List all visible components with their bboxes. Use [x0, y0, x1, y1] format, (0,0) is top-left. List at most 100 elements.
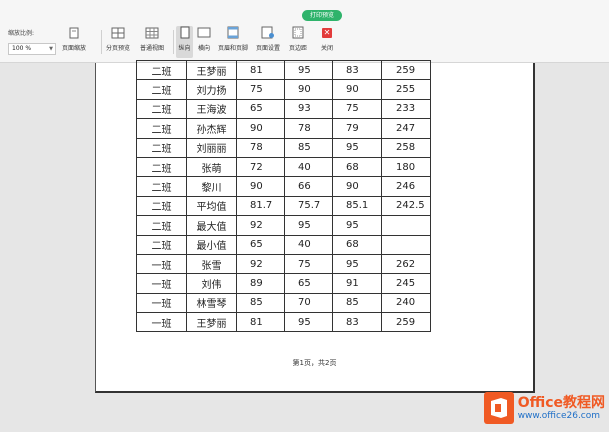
header-footer-button[interactable]: 页眉和页脚 — [218, 26, 248, 58]
score1-cell[interactable]: 81 — [236, 312, 285, 333]
total-cell[interactable]: 233 — [381, 98, 431, 120]
class-cell[interactable]: 二班 — [136, 156, 187, 178]
score3-cell[interactable]: 90 — [332, 79, 382, 100]
score3-cell[interactable]: 83 — [332, 59, 382, 81]
total-cell[interactable]: 259 — [381, 59, 431, 81]
score3-cell[interactable]: 95 — [332, 253, 382, 275]
portrait-button[interactable]: 纵向 — [176, 26, 193, 58]
score1-cell[interactable]: 90 — [236, 118, 285, 139]
score3-cell[interactable]: 90 — [332, 176, 382, 197]
name-cell[interactable]: 最小值 — [186, 234, 237, 255]
score2-cell[interactable]: 40 — [284, 234, 333, 255]
page-setup-button[interactable]: 页面设置 — [256, 26, 280, 58]
page-zoom-button[interactable]: 页面缩放 — [62, 26, 86, 58]
name-cell[interactable]: 黎川 — [186, 176, 237, 197]
normal-view-button[interactable]: 普通视图 — [140, 26, 164, 58]
score2-cell[interactable]: 66 — [284, 176, 333, 197]
score1-cell[interactable]: 78 — [236, 137, 285, 158]
score-table-body: 二班 王梦丽 81 95 83 259 二班 刘力扬 75 90 90 255 二班 王海波 65 93 75 2… — [136, 59, 431, 333]
score1-cell[interactable]: 81 — [236, 59, 285, 81]
class-cell[interactable]: 一班 — [136, 273, 187, 294]
score2-cell[interactable]: 95 — [284, 215, 333, 236]
score2-cell[interactable]: 40 — [284, 156, 333, 178]
name-cell[interactable]: 刘力扬 — [186, 79, 237, 100]
name-cell[interactable]: 平均值 — [186, 195, 237, 217]
total-cell[interactable] — [381, 234, 431, 255]
name-cell[interactable]: 最大值 — [186, 215, 237, 236]
name-cell[interactable]: 张萌 — [186, 156, 237, 178]
class-cell[interactable]: 二班 — [136, 59, 187, 81]
class-cell[interactable]: 二班 — [136, 215, 187, 236]
watermark-text: Office教程网 www.office26.com — [518, 395, 605, 422]
score2-cell[interactable]: 65 — [284, 273, 333, 294]
name-cell[interactable]: 王海波 — [186, 98, 237, 120]
score2-cell[interactable]: 78 — [284, 118, 333, 139]
print-preview-tab[interactable]: 打印预览 — [302, 10, 342, 21]
class-cell[interactable]: 二班 — [136, 234, 187, 255]
total-cell[interactable]: 258 — [381, 137, 431, 158]
class-cell[interactable]: 二班 — [136, 195, 187, 217]
score3-cell[interactable]: 95 — [332, 137, 382, 158]
close-button[interactable]: ✕ 关闭 — [320, 26, 334, 58]
total-cell[interactable] — [381, 215, 431, 236]
total-cell[interactable]: 259 — [381, 312, 431, 333]
score2-cell[interactable]: 95 — [284, 59, 333, 81]
page-setup-icon — [261, 26, 275, 39]
score3-cell[interactable]: 79 — [332, 118, 382, 139]
score3-cell[interactable]: 75 — [332, 98, 382, 120]
total-cell[interactable]: 245 — [381, 273, 431, 294]
score3-cell[interactable]: 91 — [332, 273, 382, 294]
name-cell[interactable]: 孙杰辉 — [186, 118, 237, 139]
name-cell[interactable]: 王梦丽 — [186, 59, 237, 81]
score1-cell[interactable]: 85 — [236, 292, 285, 314]
score1-cell[interactable]: 72 — [236, 156, 285, 178]
class-cell[interactable]: 一班 — [136, 253, 187, 275]
score3-cell[interactable]: 95 — [332, 215, 382, 236]
landscape-button[interactable]: 横向 — [197, 26, 211, 58]
page-break-preview-button[interactable]: 分页预览 — [106, 26, 130, 58]
margins-button[interactable]: 页边距 — [289, 26, 307, 58]
class-cell[interactable]: 二班 — [136, 98, 187, 120]
score2-cell[interactable]: 93 — [284, 98, 333, 120]
total-cell[interactable]: 255 — [381, 79, 431, 100]
score3-cell[interactable]: 68 — [332, 156, 382, 178]
name-cell[interactable]: 刘伟 — [186, 273, 237, 294]
score1-cell[interactable]: 89 — [236, 273, 285, 294]
name-cell[interactable]: 刘丽丽 — [186, 137, 237, 158]
score2-cell[interactable]: 85 — [284, 137, 333, 158]
class-cell[interactable]: 二班 — [136, 79, 187, 100]
name-cell[interactable]: 王梦丽 — [186, 312, 237, 333]
total-cell[interactable]: 262 — [381, 253, 431, 275]
name-cell[interactable]: 张雪 — [186, 253, 237, 275]
total-cell[interactable]: 247 — [381, 118, 431, 139]
score3-cell[interactable]: 68 — [332, 234, 382, 255]
class-cell[interactable]: 一班 — [136, 292, 187, 314]
score1-cell[interactable]: 90 — [236, 176, 285, 197]
table-row: 二班 刘力扬 75 90 90 255 — [136, 79, 431, 100]
score2-cell[interactable]: 70 — [284, 292, 333, 314]
class-cell[interactable]: 二班 — [136, 118, 187, 139]
toolbar-divider — [101, 30, 102, 54]
total-cell[interactable]: 240 — [381, 292, 431, 314]
total-cell[interactable]: 246 — [381, 176, 431, 197]
total-cell[interactable]: 242.5 — [381, 195, 431, 217]
name-cell[interactable]: 林雪琴 — [186, 292, 237, 314]
class-cell[interactable]: 二班 — [136, 176, 187, 197]
score1-cell[interactable]: 81.7 — [236, 195, 285, 217]
score2-cell[interactable]: 95 — [284, 312, 333, 333]
zoom-select[interactable]: 100 % ▼ — [8, 43, 56, 55]
score1-cell[interactable]: 92 — [236, 215, 285, 236]
score1-cell[interactable]: 92 — [236, 253, 285, 275]
score1-cell[interactable]: 75 — [236, 79, 285, 100]
score2-cell[interactable]: 75.7 — [284, 195, 333, 217]
score2-cell[interactable]: 75 — [284, 253, 333, 275]
score3-cell[interactable]: 85.1 — [332, 195, 382, 217]
class-cell[interactable]: 一班 — [136, 312, 187, 333]
score1-cell[interactable]: 65 — [236, 98, 285, 120]
score3-cell[interactable]: 85 — [332, 292, 382, 314]
class-cell[interactable]: 二班 — [136, 137, 187, 158]
score2-cell[interactable]: 90 — [284, 79, 333, 100]
total-cell[interactable]: 180 — [381, 156, 431, 178]
score3-cell[interactable]: 83 — [332, 312, 382, 333]
score1-cell[interactable]: 65 — [236, 234, 285, 255]
